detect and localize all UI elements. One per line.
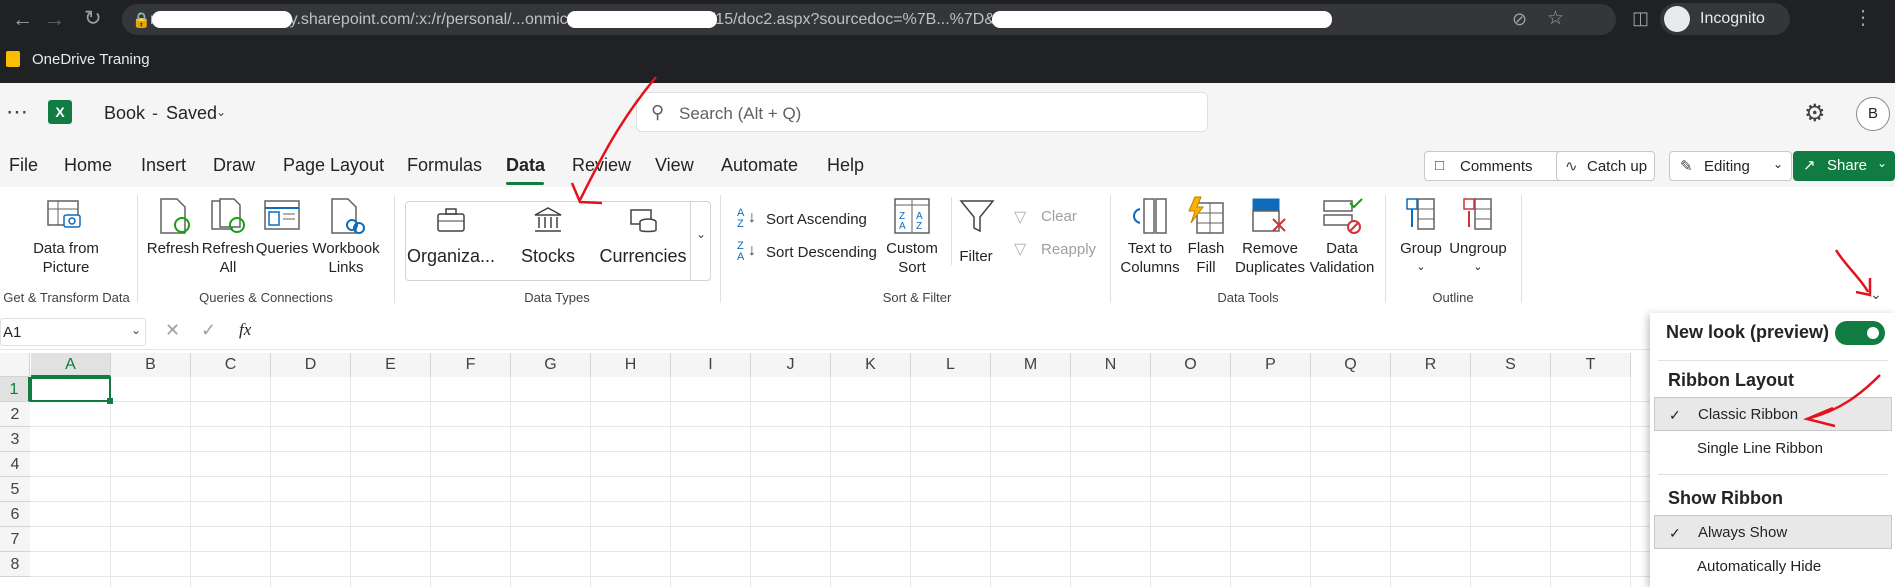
- annotation-arrow: [1834, 249, 1870, 293]
- annotation-arrow: [1809, 374, 1881, 420]
- annotation-overlay: [570, 76, 1881, 428]
- annotation-arrowhead: [1855, 278, 1872, 297]
- annotation-arrow: [578, 76, 657, 201]
